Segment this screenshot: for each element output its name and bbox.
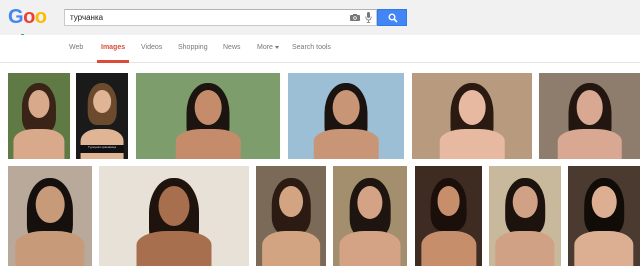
logo-letter: G bbox=[8, 6, 24, 28]
search-tools-button[interactable]: Search tools bbox=[292, 43, 331, 53]
face-shape bbox=[591, 186, 617, 218]
tab-shopping[interactable]: Shopping bbox=[178, 43, 208, 53]
tab-more[interactable]: More bbox=[257, 43, 279, 53]
google-logo[interactable]: Google bbox=[8, 4, 58, 54]
camera-icon[interactable] bbox=[350, 14, 360, 21]
image-result-2[interactable]: Турецкая красавица bbox=[76, 73, 128, 159]
image-result-6[interactable] bbox=[539, 73, 640, 159]
image-result-10[interactable] bbox=[333, 166, 407, 266]
image-result-5[interactable] bbox=[412, 73, 532, 159]
face-shape bbox=[332, 90, 360, 125]
image-result-13[interactable] bbox=[568, 166, 640, 266]
face-shape bbox=[357, 186, 383, 219]
search-button[interactable] bbox=[377, 9, 407, 26]
body-shape bbox=[574, 231, 634, 266]
body-shape bbox=[313, 128, 379, 159]
tab-images[interactable]: Images bbox=[101, 43, 125, 53]
body-shape bbox=[557, 128, 622, 159]
face-shape bbox=[279, 186, 303, 218]
tab-web[interactable]: Web bbox=[69, 43, 83, 53]
image-result-4[interactable] bbox=[288, 73, 404, 159]
active-tab-indicator bbox=[97, 60, 129, 63]
search-icon bbox=[388, 13, 398, 23]
body-shape bbox=[495, 231, 555, 266]
image-caption: Турецкая красавица bbox=[80, 145, 124, 153]
body-shape bbox=[175, 128, 241, 159]
face-shape bbox=[437, 186, 460, 216]
search-input[interactable]: турчанка bbox=[70, 10, 103, 25]
tab-news[interactable]: News bbox=[223, 43, 241, 53]
logo-letter: o bbox=[34, 6, 47, 28]
body-shape bbox=[262, 231, 320, 266]
mic-icon[interactable] bbox=[365, 12, 372, 23]
image-result-11[interactable] bbox=[415, 166, 482, 266]
image-result-12[interactable] bbox=[489, 166, 561, 266]
face-shape bbox=[93, 90, 111, 114]
face-shape bbox=[458, 90, 486, 125]
body-shape bbox=[80, 128, 124, 159]
body-shape bbox=[339, 231, 401, 266]
image-result-8[interactable] bbox=[99, 166, 249, 266]
search-nav: Web Images Videos Shopping News More Sea… bbox=[0, 35, 640, 63]
face-shape bbox=[576, 90, 603, 125]
tab-videos[interactable]: Videos bbox=[141, 43, 162, 53]
face-shape bbox=[158, 186, 190, 227]
caret-down-icon bbox=[274, 45, 279, 49]
search-box[interactable]: турчанка bbox=[64, 9, 377, 26]
body-shape bbox=[439, 128, 505, 159]
face-shape bbox=[35, 186, 65, 224]
body-shape bbox=[420, 231, 477, 266]
top-bar: Google турчанка bbox=[0, 0, 640, 54]
face-shape bbox=[512, 186, 538, 218]
image-caption-text: Турецкая красавица bbox=[87, 145, 117, 149]
image-result-9[interactable] bbox=[256, 166, 326, 266]
image-result-3[interactable] bbox=[136, 73, 280, 159]
image-result-1[interactable] bbox=[8, 73, 70, 159]
image-result-7[interactable] bbox=[8, 166, 92, 266]
face-shape bbox=[194, 90, 222, 125]
logo-letter: o bbox=[23, 6, 35, 28]
body-shape bbox=[136, 231, 212, 266]
body-shape bbox=[15, 231, 85, 266]
body-shape bbox=[13, 128, 65, 159]
